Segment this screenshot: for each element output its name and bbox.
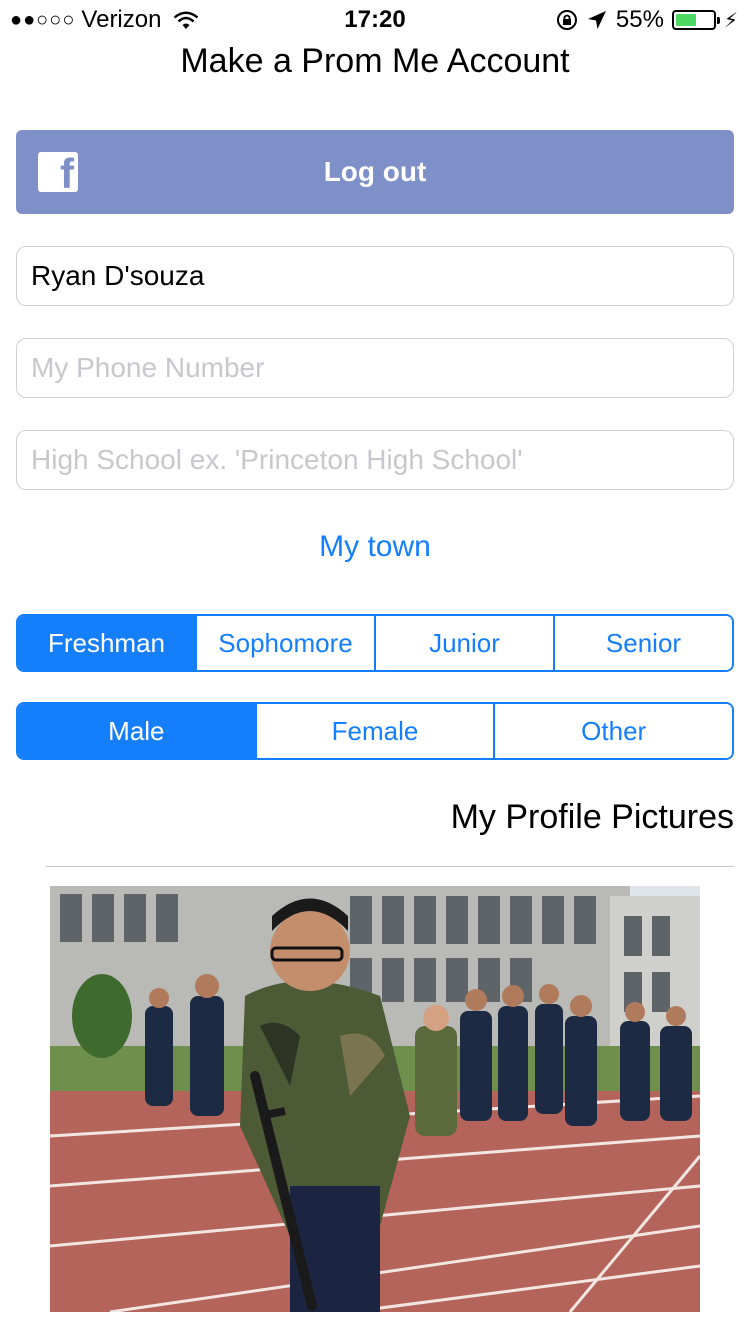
battery-level	[675, 14, 696, 26]
segment-other[interactable]: Other	[493, 704, 732, 758]
phone-number-field[interactable]	[16, 338, 734, 398]
name-field[interactable]	[16, 246, 734, 306]
location-arrow-icon	[586, 9, 608, 31]
profile-picture[interactable]	[50, 886, 700, 1312]
gender-segmented-control: Male Female Other	[16, 702, 734, 760]
segment-male[interactable]: Male	[18, 704, 255, 758]
high-school-field[interactable]	[16, 430, 734, 490]
battery-cap	[716, 17, 720, 24]
grade-segmented-control: Freshman Sophomore Junior Senior	[16, 614, 734, 672]
profile-photo	[50, 886, 700, 1312]
battery-percent: 55%	[615, 6, 664, 33]
segment-female[interactable]: Female	[254, 704, 494, 758]
status-right: 55% ⚡	[556, 6, 738, 34]
segment-senior[interactable]: Senior	[553, 616, 732, 670]
battery-icon	[671, 10, 720, 30]
segment-junior[interactable]: Junior	[374, 616, 553, 670]
status-bar: ●●○○○ Verizon 17:20 55% ⚡	[0, 0, 750, 40]
page-title: Make a Prom Me Account	[180, 42, 570, 80]
profile-pictures-title: My Profile Pictures	[450, 798, 734, 836]
segment-freshman[interactable]: Freshman	[18, 616, 195, 670]
facebook-logout-button[interactable]: f Log out	[16, 130, 734, 214]
charging-icon: ⚡	[723, 9, 738, 32]
facebook-logout-label: Log out	[323, 156, 427, 187]
my-town-button[interactable]: My town	[0, 530, 750, 564]
segment-sophomore[interactable]: Sophomore	[195, 616, 374, 670]
rotation-lock-icon	[556, 9, 578, 31]
divider	[46, 866, 734, 867]
